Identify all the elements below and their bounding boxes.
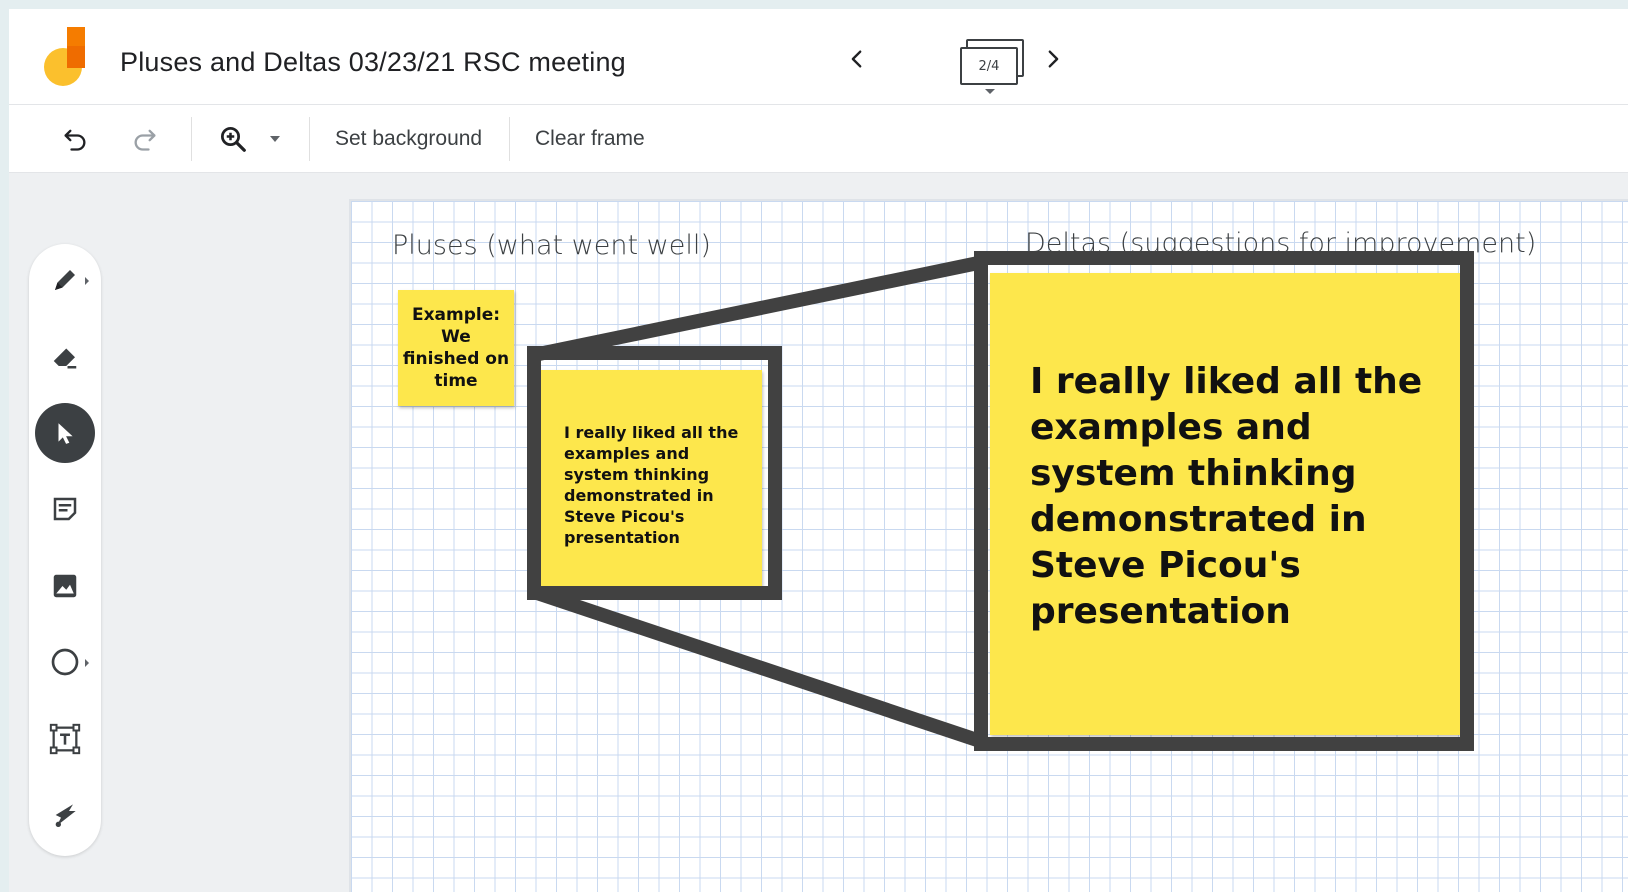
image-icon xyxy=(53,574,77,598)
toolbar: Set background Clear frame xyxy=(9,105,1628,173)
board-title[interactable]: Pluses and Deltas 03/23/21 RSC meeting xyxy=(120,47,626,78)
redo-icon xyxy=(134,129,156,151)
caret-down-icon xyxy=(270,136,280,142)
select-arrow-icon xyxy=(58,423,73,444)
pen-icon xyxy=(55,270,75,290)
tool-sidebar xyxy=(29,244,101,856)
toolbar-divider xyxy=(309,117,310,161)
callout-zoom-frame xyxy=(974,251,1474,751)
eraser-icon xyxy=(53,348,77,369)
clear-frame-button[interactable]: Clear frame xyxy=(535,127,645,151)
expand-arrow-icon xyxy=(85,277,89,285)
jamboard-logo xyxy=(44,27,85,86)
chevron-left-icon xyxy=(851,50,862,68)
callout-source-frame xyxy=(527,346,782,600)
redo-button[interactable] xyxy=(125,119,165,159)
toolbar-divider xyxy=(191,117,192,161)
caret-down-icon xyxy=(985,89,995,94)
circle-icon xyxy=(51,648,79,676)
tool-pen[interactable] xyxy=(35,250,95,310)
text-box-icon xyxy=(49,723,81,755)
tool-select[interactable] xyxy=(35,403,95,463)
pluses-heading[interactable]: Pluses (what went well) xyxy=(392,230,711,261)
tool-image[interactable] xyxy=(35,556,95,616)
tool-sticky-note[interactable] xyxy=(35,479,95,539)
sticky-note-example[interactable]: Example: We finished on time xyxy=(398,290,514,406)
tool-text-box[interactable] xyxy=(35,709,95,769)
tool-laser[interactable] xyxy=(35,785,95,845)
expand-arrow-icon xyxy=(85,659,89,667)
tool-eraser[interactable] xyxy=(35,326,95,386)
zoom-in-icon xyxy=(221,127,246,152)
title-bar: Pluses and Deltas 03/23/21 RSC meeting 2… xyxy=(9,9,1628,105)
laser-icon xyxy=(55,804,76,827)
set-background-button[interactable]: Set background xyxy=(335,127,482,151)
tool-circle[interactable] xyxy=(35,632,95,692)
undo-button[interactable] xyxy=(55,119,95,159)
zoom-dropdown-button[interactable] xyxy=(263,119,287,159)
chevron-right-icon xyxy=(1048,50,1059,68)
toolbar-divider xyxy=(509,117,510,161)
frame-number: 2/4 xyxy=(960,47,1018,85)
sticky-note-icon xyxy=(53,497,77,521)
undo-icon xyxy=(64,129,86,151)
prev-frame-button[interactable] xyxy=(837,39,877,79)
frame-indicator[interactable]: 2/4 xyxy=(954,35,1034,95)
next-frame-button[interactable] xyxy=(1033,39,1073,79)
zoom-button[interactable] xyxy=(213,119,253,159)
